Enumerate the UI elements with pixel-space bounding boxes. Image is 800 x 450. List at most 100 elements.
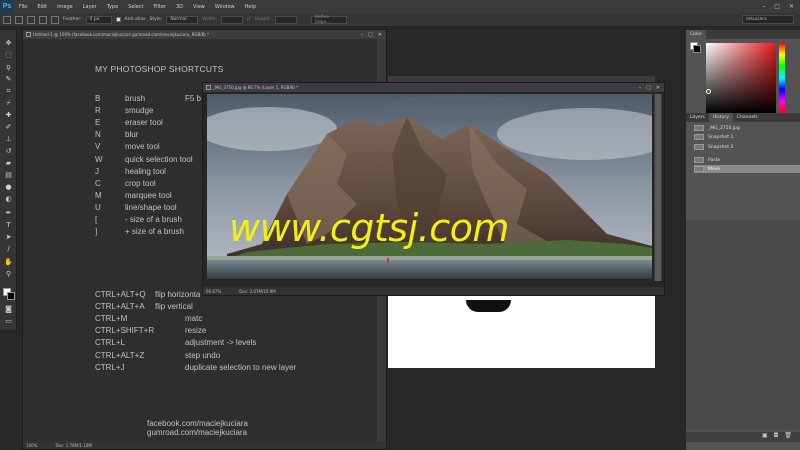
menu-image[interactable]: Image	[52, 4, 78, 10]
shortcuts-document-tab[interactable]: Untitled-1 @ 100% (facebook.com/maciejku…	[23, 30, 386, 39]
history-state-item[interactable]: Paste	[694, 156, 800, 164]
refine-edge-button[interactable]: Refine Edge...	[311, 15, 348, 25]
menu-layer[interactable]: Layer	[78, 4, 102, 10]
delete-state-icon[interactable]: 🗑	[784, 432, 792, 442]
background-color-swatch[interactable]	[7, 292, 15, 300]
history-state-item[interactable]: Snapshot 2	[694, 143, 800, 151]
add-selection-icon[interactable]	[27, 15, 35, 24]
shortcut-key: V	[95, 142, 101, 152]
antialias-checkbox[interactable]	[115, 17, 121, 22]
menu-file[interactable]: File	[14, 4, 32, 10]
hand-tool-icon[interactable]: ✋	[4, 259, 13, 266]
photo-status-bar: 66.67% Doc: 2.07M/10.9M	[203, 287, 664, 295]
background-document-shape	[466, 300, 511, 312]
menu-edit[interactable]: Edit	[32, 4, 52, 10]
history-state-label: Snapshot 2	[708, 144, 734, 150]
hue-slider[interactable]	[779, 43, 785, 113]
menu-select[interactable]: Select	[123, 4, 148, 10]
tab-layers[interactable]: Layers	[686, 113, 709, 122]
social-links: facebook.com/maciejkuciara gumroad.com/m…	[147, 419, 248, 437]
eyedropper-tool-icon[interactable]: ⌿	[4, 100, 13, 107]
new-snapshot-icon[interactable]: ◘	[774, 432, 779, 442]
screen-mode-icon[interactable]: ▭	[4, 318, 13, 325]
history-state-thumbnail-icon	[694, 144, 704, 150]
tab-channels[interactable]: Channels	[733, 113, 762, 122]
tab-color[interactable]: Color	[686, 30, 706, 39]
shortcuts-zoom-level[interactable]: 100%	[26, 443, 37, 448]
brush-tool-icon[interactable]: ✐	[4, 124, 13, 131]
color-picker-field[interactable]	[706, 43, 776, 113]
path-selection-tool-icon[interactable]: ➤	[4, 234, 13, 241]
tab-history[interactable]: History	[708, 113, 733, 122]
menu-window[interactable]: Window	[210, 4, 240, 10]
photo-scrollbar-thumb[interactable]	[655, 94, 661, 281]
ctrl-shortcut-description: matc	[185, 314, 203, 324]
history-state-label: Move	[708, 166, 721, 172]
menu-3d[interactable]: 3D	[171, 4, 188, 10]
history-state-item[interactable]: _MG_3750.jpg	[694, 124, 800, 132]
new-selection-icon[interactable]	[15, 15, 23, 24]
options-bar: Feather: 0 px Anti-alias Style: Normal W…	[0, 13, 800, 27]
doc-maximize-button[interactable]: □	[368, 32, 373, 38]
shortcut-key: E	[95, 118, 101, 128]
right-panel-dock: Color Layers History Channels _MG_3750.j…	[686, 30, 800, 450]
shortcut-key: B	[95, 94, 101, 103]
photo-scrollbar[interactable]	[654, 94, 662, 281]
lasso-tool-icon[interactable]: ϙ	[4, 64, 13, 71]
color-picker-cursor[interactable]	[706, 89, 711, 94]
blur-tool-icon[interactable]: ●	[4, 184, 13, 191]
new-document-from-state-icon[interactable]: ▣	[762, 432, 768, 442]
history-state-item[interactable]: Snapshot 1	[694, 133, 800, 141]
clone-stamp-tool-icon[interactable]: ⊥	[4, 136, 13, 143]
style-select[interactable]: Normal	[166, 15, 199, 24]
shortcut-key: N	[95, 130, 101, 140]
crop-tool-icon[interactable]: ⌗	[4, 88, 13, 95]
workspace-select[interactable]: mkuciara	[742, 15, 794, 24]
marquee-tool-icon[interactable]: ⬚	[4, 52, 13, 59]
type-tool-icon[interactable]: T	[4, 222, 13, 229]
shortcut-key: M	[95, 190, 102, 200]
zoom-tool-icon[interactable]: ⚲	[4, 271, 13, 278]
swap-icon[interactable]: ⇄	[247, 17, 251, 22]
minimize-button[interactable]: –	[762, 3, 765, 10]
gradient-tool-icon[interactable]: ▤	[4, 172, 13, 179]
history-state-label: Snapshot 1	[708, 134, 734, 140]
width-label: Width:	[202, 17, 217, 22]
photo-document-tab[interactable]: _MG_3750.jpg @ 66.7% (Layer 1, RGB/8) * …	[203, 83, 664, 92]
ctrl-shortcut-key: CTRL+M	[95, 314, 128, 324]
shortcut-description: move tool	[125, 142, 160, 152]
shortcuts-document-title: Untitled-1 @ 100% (facebook.com/maciejku…	[33, 32, 209, 37]
doc-minimize-button[interactable]: –	[361, 32, 364, 38]
history-brush-tool-icon[interactable]: ↺	[4, 148, 13, 155]
width-input[interactable]	[220, 15, 243, 24]
height-input[interactable]	[275, 15, 298, 24]
intersect-selection-icon[interactable]	[51, 15, 59, 24]
maximize-button[interactable]: □	[774, 3, 780, 10]
subtract-selection-icon[interactable]	[39, 15, 47, 24]
doc-close-button[interactable]: ✕	[378, 32, 382, 38]
photo-maximize-button[interactable]: □	[646, 85, 651, 91]
photo-close-button[interactable]: ✕	[656, 85, 660, 91]
menu-type[interactable]: Type	[102, 4, 123, 10]
menu-filter[interactable]: Filter	[149, 4, 171, 10]
move-tool-icon[interactable]: ✥	[4, 40, 13, 47]
eraser-tool-icon[interactable]: ▰	[4, 160, 13, 167]
dodge-tool-icon[interactable]: ◐	[4, 196, 13, 203]
history-state-item[interactable]: Move	[694, 165, 800, 173]
photo-minimize-button[interactable]: –	[639, 85, 642, 91]
tool-preset-icon[interactable]	[3, 15, 11, 24]
menu-help[interactable]: Help	[240, 4, 261, 10]
height-label: Height:	[254, 17, 272, 22]
quick-mask-icon[interactable]: ◙	[4, 306, 13, 313]
watermark-text: www.cgtsj.com	[229, 206, 509, 250]
color-panel-background[interactable]	[693, 45, 701, 53]
healing-tool-icon[interactable]: ✚	[4, 112, 13, 119]
menu-view[interactable]: View	[188, 4, 210, 10]
feather-input[interactable]: 0 px	[85, 15, 112, 24]
photo-zoom-level[interactable]: 66.67%	[206, 289, 221, 294]
close-button[interactable]: ✕	[789, 3, 794, 10]
quick-selection-tool-icon[interactable]: ✎	[4, 76, 13, 83]
pen-tool-icon[interactable]: ✒	[4, 210, 13, 217]
photoshop-window: Ps File Edit Image Layer Type Select Fil…	[0, 0, 800, 450]
shape-tool-icon[interactable]: ∕	[4, 246, 13, 253]
